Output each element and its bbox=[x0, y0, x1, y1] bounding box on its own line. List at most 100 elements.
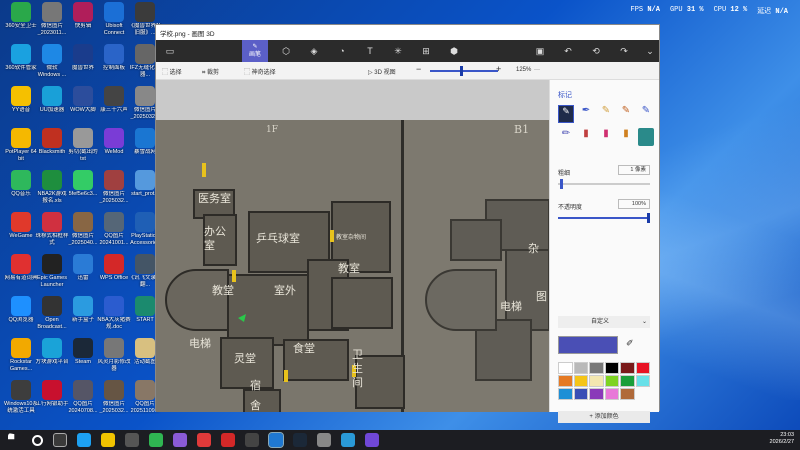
system-clock[interactable]: 23:03 2026/2/27 bbox=[770, 432, 794, 446]
palette-swatch[interactable] bbox=[573, 375, 588, 387]
desktop-icon[interactable]: 微信图片_2025032... bbox=[97, 170, 131, 212]
google-icon[interactable] bbox=[197, 433, 211, 447]
start-windows-icon[interactable] bbox=[8, 433, 15, 440]
effects-icon[interactable]: ✳ bbox=[390, 43, 406, 59]
app-icon[interactable] bbox=[245, 433, 259, 447]
stickers-icon[interactable]: ◔ bbox=[334, 43, 350, 59]
add-color-button[interactable]: + 添加颜色 bbox=[558, 411, 650, 423]
thickness-slider[interactable] bbox=[558, 179, 650, 189]
desktop-icon[interactable]: YY语音 bbox=[4, 86, 38, 128]
palette-swatch[interactable] bbox=[620, 362, 635, 374]
desktop-icon[interactable]: 微信图片_2025040... bbox=[66, 212, 100, 254]
palette-swatch[interactable] bbox=[558, 375, 573, 387]
desktop-icon[interactable]: Windows10系统激活工具 bbox=[4, 380, 38, 422]
desktop-icon[interactable]: Epic Games Launcher bbox=[35, 254, 69, 296]
magic-select-button[interactable]: ⬚ 神奇选择 bbox=[244, 67, 276, 76]
desktop-icon[interactable]: 微信图片_2023011... bbox=[35, 2, 69, 44]
eyedropper-icon[interactable]: ✐ bbox=[626, 338, 634, 349]
desktop-icon[interactable]: WOW大脚 bbox=[66, 86, 100, 128]
desktop-icon[interactable]: 360软件管家 bbox=[4, 44, 38, 86]
palette-swatch[interactable] bbox=[573, 362, 588, 374]
zoom-out-icon[interactable]: − bbox=[416, 64, 421, 74]
thickness-slider-thumb[interactable] bbox=[560, 179, 563, 189]
palette-swatch[interactable] bbox=[589, 375, 604, 387]
desktop-icon[interactable]: 360安全卫士 bbox=[4, 2, 38, 44]
palette-swatch[interactable] bbox=[635, 375, 650, 387]
redo-icon[interactable]: ↷ bbox=[616, 43, 632, 59]
xbox-icon[interactable] bbox=[149, 433, 163, 447]
steam-icon[interactable] bbox=[293, 433, 307, 447]
opacity-slider[interactable] bbox=[558, 213, 650, 223]
desktop-icon[interactable]: Blacksmith bbox=[35, 128, 69, 170]
spray-can-icon[interactable]: ▮ bbox=[618, 128, 634, 146]
search-icon[interactable] bbox=[32, 434, 43, 446]
view3d-button[interactable]: ▷ 3D 视图 bbox=[368, 67, 396, 76]
desktop-icon[interactable]: QQ图片20240708... bbox=[66, 380, 100, 422]
desktop-icon[interactable]: 魔兽世界 bbox=[66, 44, 100, 86]
task-view-icon[interactable] bbox=[53, 433, 67, 447]
desktop-icon[interactable]: Ubisoft Connect bbox=[97, 2, 131, 44]
library-icon[interactable]: ⬢ bbox=[446, 43, 462, 59]
desktop-icon[interactable]: WPS Office bbox=[97, 254, 131, 296]
desktop-icon[interactable]: NBA2K游戏报名.xls bbox=[35, 170, 69, 212]
desktop-icon[interactable]: QQ音乐 bbox=[4, 170, 38, 212]
canvas-area[interactable]: 1F B1 医务室 办公室 乒乓球室 教室杂物间 教室 教堂 室外 电梯 灵堂 … bbox=[156, 80, 549, 412]
zoom-slider-thumb[interactable] bbox=[460, 66, 463, 76]
palette-swatch[interactable] bbox=[620, 388, 635, 400]
color-mode-dropdown[interactable]: 自定义 ⌄ bbox=[558, 316, 650, 328]
desktop-icon[interactable]: 5fef5e6c3... bbox=[66, 170, 100, 212]
desktop-icon[interactable]: QQ图片20241001... bbox=[97, 212, 131, 254]
desktop-icon[interactable]: UU加速器 bbox=[35, 86, 69, 128]
desktop-icon[interactable]: WeGame bbox=[4, 212, 38, 254]
desktop-icon[interactable]: 方块游戏平台 bbox=[35, 338, 69, 380]
desktop-icon[interactable]: 迅雷 bbox=[66, 254, 100, 296]
canvas-icon[interactable]: ⊞ bbox=[418, 43, 434, 59]
desktop-icon[interactable]: NBA大灰猪赛规.doc bbox=[97, 296, 131, 338]
crayon-icon[interactable]: ▮ bbox=[598, 128, 614, 146]
palette-swatch[interactable] bbox=[604, 362, 619, 374]
desktop-icon[interactable]: QQ浏览器 bbox=[4, 296, 38, 338]
more-icon[interactable]: ··· bbox=[534, 67, 540, 73]
desktop-icon[interactable]: 控制面板 bbox=[97, 44, 131, 86]
desktop-icon[interactable]: Steam bbox=[66, 338, 100, 380]
desktop-icon[interactable]: Open Broadcast... bbox=[35, 296, 69, 338]
menu-icon[interactable]: ▭ bbox=[162, 43, 178, 59]
desktop-icon[interactable]: 微软 Windows ... bbox=[35, 44, 69, 86]
wps-icon[interactable] bbox=[221, 433, 235, 447]
thickness-input[interactable]: 1 像素 bbox=[618, 165, 650, 175]
floor-map-image[interactable]: 1F B1 医务室 办公室 乒乓球室 教室杂物间 教室 教堂 室外 电梯 灵堂 … bbox=[156, 120, 549, 412]
app-icon[interactable] bbox=[317, 433, 331, 447]
watercolor-icon[interactable]: ✎ bbox=[618, 105, 634, 123]
palette-swatch[interactable] bbox=[635, 362, 650, 374]
current-color-swatch[interactable] bbox=[558, 336, 618, 354]
app-icon[interactable] bbox=[173, 433, 187, 447]
marker-brush-icon[interactable]: ✎ bbox=[558, 105, 574, 123]
crop-button[interactable]: ⌗ 裁剪 bbox=[202, 67, 219, 77]
desktop-icon[interactable]: 剪切(截出的txt bbox=[66, 128, 100, 170]
pencil-icon[interactable]: ✏ bbox=[558, 128, 574, 146]
palette-swatch[interactable] bbox=[604, 375, 619, 387]
shapes2d-icon[interactable]: ⬡ bbox=[278, 43, 294, 59]
file-explorer-icon[interactable] bbox=[101, 433, 115, 447]
paint3d-taskbar-icon[interactable] bbox=[365, 433, 379, 447]
desktop-icon[interactable]: 风灵月影修改器 bbox=[97, 338, 131, 380]
edge-icon[interactable] bbox=[77, 433, 91, 447]
palette-swatch[interactable] bbox=[604, 388, 619, 400]
palette-swatch[interactable] bbox=[573, 388, 588, 400]
paste-icon[interactable]: ▣ bbox=[532, 43, 548, 59]
palette-swatch[interactable] bbox=[620, 375, 635, 387]
desktop-icon[interactable]: 新手盒子 bbox=[66, 296, 100, 338]
opacity-slider-thumb[interactable] bbox=[647, 213, 650, 223]
desktop-icon[interactable]: 康三十六声 bbox=[97, 86, 131, 128]
desktop-icon[interactable]: 工行网银助手 bbox=[35, 380, 69, 422]
chevron-down-icon[interactable]: ⌄ bbox=[642, 43, 658, 59]
app-icon[interactable] bbox=[341, 433, 355, 447]
desktop-icon[interactable]: 微信图片_2025032... bbox=[97, 380, 131, 422]
zoom-slider[interactable] bbox=[430, 66, 498, 76]
text-icon[interactable]: T bbox=[362, 43, 378, 59]
app-icon[interactable] bbox=[125, 433, 139, 447]
palette-swatch[interactable] bbox=[558, 362, 573, 374]
zoom-in-icon[interactable]: + bbox=[496, 64, 501, 74]
palette-swatch[interactable] bbox=[589, 388, 604, 400]
oil-brush-icon[interactable]: ✎ bbox=[598, 105, 614, 123]
